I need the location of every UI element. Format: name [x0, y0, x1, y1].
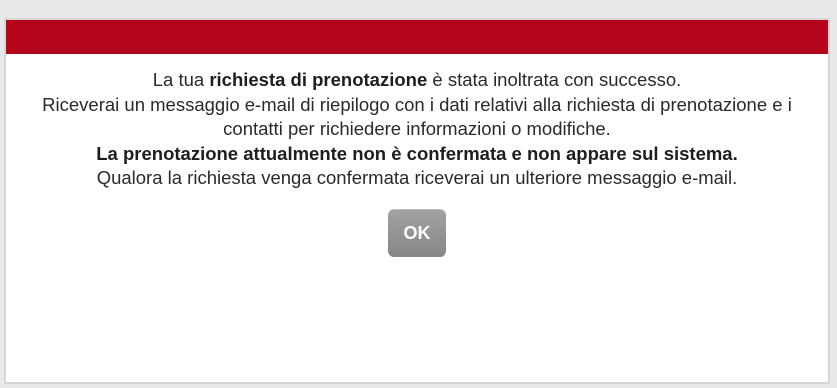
not-confirmed-warning-text: La prenotazione attualmente non è confer…	[96, 142, 738, 164]
followup-message: Qualora la richiesta venga confermata ri…	[96, 167, 738, 188]
success-message-suffix: è stata inoltrata con successo.	[427, 69, 682, 90]
success-message: La tua richiesta di prenotazione è stata…	[20, 68, 814, 93]
email-info-message: Riceverai un messaggio e-mail di riepilo…	[42, 93, 792, 140]
booking-request-label: richiesta di prenotazione	[209, 69, 428, 90]
dialog-message: La tua richiesta di prenotazione è stata…	[6, 54, 828, 191]
not-confirmed-warning: La prenotazione attualmente non è confer…	[20, 142, 814, 167]
confirmation-dialog: La tua richiesta di prenotazione è stata…	[4, 18, 830, 384]
success-message-prefix: La tua	[152, 69, 210, 90]
ok-button[interactable]: OK	[388, 208, 446, 257]
dialog-actions: OK	[6, 208, 828, 257]
dialog-header-bar	[6, 20, 828, 54]
